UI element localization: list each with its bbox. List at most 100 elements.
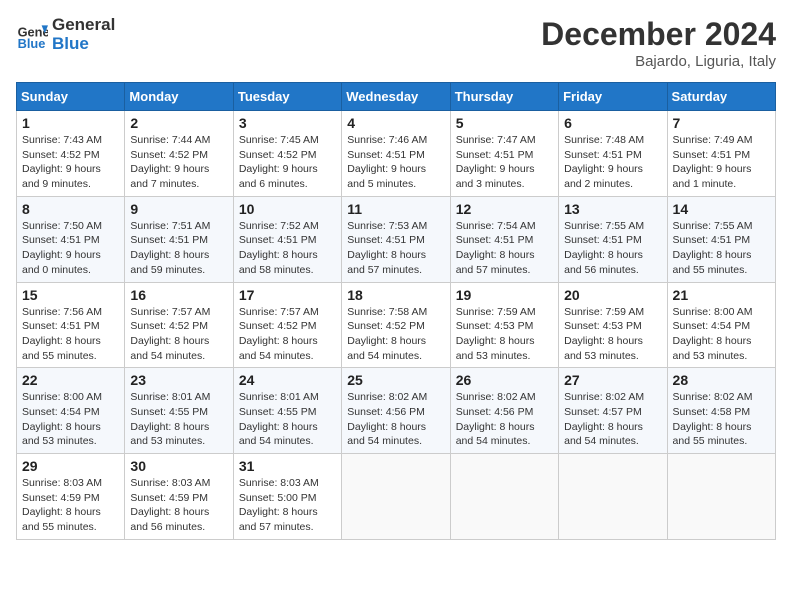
empty-cell: [559, 454, 667, 540]
day-number: 4: [347, 115, 444, 131]
day-info: Sunrise: 7:58 AM Sunset: 4:52 PM Dayligh…: [347, 305, 444, 364]
weekday-header-friday: Friday: [559, 83, 667, 111]
empty-cell: [450, 454, 558, 540]
calendar-day-cell: 31 Sunrise: 8:03 AM Sunset: 5:00 PM Dayli…: [233, 454, 341, 540]
logo-icon: General Blue: [16, 19, 48, 51]
day-info: Sunrise: 8:02 AM Sunset: 4:56 PM Dayligh…: [347, 390, 444, 449]
day-info: Sunrise: 7:47 AM Sunset: 4:51 PM Dayligh…: [456, 133, 553, 192]
calendar-day-cell: 3 Sunrise: 7:45 AM Sunset: 4:52 PM Daylig…: [233, 111, 341, 197]
calendar-week-row: 22Sunrise: 8:00 AM Sunset: 4:54 PM Dayli…: [17, 368, 776, 454]
day-number: 29: [22, 458, 119, 474]
calendar-day-cell: 8Sunrise: 7:50 AM Sunset: 4:51 PM Daylig…: [17, 196, 125, 282]
empty-cell: [667, 454, 775, 540]
weekday-header-thursday: Thursday: [450, 83, 558, 111]
day-number: 19: [456, 287, 553, 303]
day-info: Sunrise: 7:45 AM Sunset: 4:52 PM Dayligh…: [239, 133, 336, 192]
month-year-title: December 2024: [541, 16, 776, 53]
calendar-day-cell: 2 Sunrise: 7:44 AM Sunset: 4:52 PM Daylig…: [125, 111, 233, 197]
calendar-day-cell: 30 Sunrise: 8:03 AM Sunset: 4:59 PM Dayli…: [125, 454, 233, 540]
calendar-day-cell: 1Sunrise: 7:43 AM Sunset: 4:52 PM Daylig…: [17, 111, 125, 197]
weekday-header-tuesday: Tuesday: [233, 83, 341, 111]
day-number: 17: [239, 287, 336, 303]
calendar-day-cell: 7 Sunrise: 7:49 AM Sunset: 4:51 PM Daylig…: [667, 111, 775, 197]
day-number: 9: [130, 201, 227, 217]
calendar-day-cell: 15 Sunrise: 7:56 AM Sunset: 4:51 PM Dayli…: [17, 282, 125, 368]
calendar-day-cell: 18 Sunrise: 7:58 AM Sunset: 4:52 PM Dayli…: [342, 282, 450, 368]
day-info: Sunrise: 7:56 AM Sunset: 4:51 PM Dayligh…: [22, 305, 119, 364]
day-number: 8: [22, 201, 119, 217]
day-number: 7: [673, 115, 770, 131]
page-header: General Blue General Blue December 2024 …: [16, 16, 776, 70]
day-number: 12: [456, 201, 553, 217]
day-number: 25: [347, 372, 444, 388]
day-info: Sunrise: 8:01 AM Sunset: 4:55 PM Dayligh…: [239, 390, 336, 449]
weekday-header-row: SundayMondayTuesdayWednesdayThursdayFrid…: [17, 83, 776, 111]
day-info: Sunrise: 7:57 AM Sunset: 4:52 PM Dayligh…: [239, 305, 336, 364]
day-number: 15: [22, 287, 119, 303]
calendar-day-cell: 4 Sunrise: 7:46 AM Sunset: 4:51 PM Daylig…: [342, 111, 450, 197]
day-number: 28: [673, 372, 770, 388]
calendar-day-cell: 11 Sunrise: 7:53 AM Sunset: 4:51 PM Dayli…: [342, 196, 450, 282]
day-number: 24: [239, 372, 336, 388]
day-number: 6: [564, 115, 661, 131]
day-info: Sunrise: 8:00 AM Sunset: 4:54 PM Dayligh…: [22, 390, 119, 449]
day-info: Sunrise: 8:02 AM Sunset: 4:57 PM Dayligh…: [564, 390, 661, 449]
day-info: Sunrise: 7:51 AM Sunset: 4:51 PM Dayligh…: [130, 219, 227, 278]
day-number: 30: [130, 458, 227, 474]
day-number: 20: [564, 287, 661, 303]
day-number: 10: [239, 201, 336, 217]
day-info: Sunrise: 7:49 AM Sunset: 4:51 PM Dayligh…: [673, 133, 770, 192]
day-info: Sunrise: 7:55 AM Sunset: 4:51 PM Dayligh…: [564, 219, 661, 278]
svg-text:Blue: Blue: [18, 35, 46, 50]
weekday-header-monday: Monday: [125, 83, 233, 111]
calendar-day-cell: 9 Sunrise: 7:51 AM Sunset: 4:51 PM Daylig…: [125, 196, 233, 282]
day-number: 11: [347, 201, 444, 217]
calendar-day-cell: 17 Sunrise: 7:57 AM Sunset: 4:52 PM Dayli…: [233, 282, 341, 368]
calendar-week-row: 15 Sunrise: 7:56 AM Sunset: 4:51 PM Dayli…: [17, 282, 776, 368]
day-info: Sunrise: 7:53 AM Sunset: 4:51 PM Dayligh…: [347, 219, 444, 278]
day-number: 31: [239, 458, 336, 474]
day-info: Sunrise: 8:03 AM Sunset: 5:00 PM Dayligh…: [239, 476, 336, 535]
title-block: December 2024 Bajardo, Liguria, Italy: [541, 16, 776, 70]
day-info: Sunrise: 7:57 AM Sunset: 4:52 PM Dayligh…: [130, 305, 227, 364]
day-info: Sunrise: 7:43 AM Sunset: 4:52 PM Dayligh…: [22, 133, 119, 192]
calendar-day-cell: 22Sunrise: 8:00 AM Sunset: 4:54 PM Dayli…: [17, 368, 125, 454]
location-subtitle: Bajardo, Liguria, Italy: [541, 53, 776, 70]
calendar-day-cell: 24 Sunrise: 8:01 AM Sunset: 4:55 PM Dayli…: [233, 368, 341, 454]
day-info: Sunrise: 7:59 AM Sunset: 4:53 PM Dayligh…: [564, 305, 661, 364]
day-info: Sunrise: 8:03 AM Sunset: 4:59 PM Dayligh…: [130, 476, 227, 535]
day-info: Sunrise: 8:01 AM Sunset: 4:55 PM Dayligh…: [130, 390, 227, 449]
day-number: 27: [564, 372, 661, 388]
calendar-day-cell: 25 Sunrise: 8:02 AM Sunset: 4:56 PM Dayli…: [342, 368, 450, 454]
day-number: 23: [130, 372, 227, 388]
weekday-header-saturday: Saturday: [667, 83, 775, 111]
calendar-day-cell: 19 Sunrise: 7:59 AM Sunset: 4:53 PM Dayli…: [450, 282, 558, 368]
day-number: 3: [239, 115, 336, 131]
weekday-header-sunday: Sunday: [17, 83, 125, 111]
day-info: Sunrise: 8:02 AM Sunset: 4:58 PM Dayligh…: [673, 390, 770, 449]
calendar-day-cell: 13Sunrise: 7:55 AM Sunset: 4:51 PM Dayli…: [559, 196, 667, 282]
day-number: 21: [673, 287, 770, 303]
calendar-day-cell: 10 Sunrise: 7:52 AM Sunset: 4:51 PM Dayli…: [233, 196, 341, 282]
calendar-week-row: 29 Sunrise: 8:03 AM Sunset: 4:59 PM Dayli…: [17, 454, 776, 540]
day-number: 2: [130, 115, 227, 131]
day-number: 26: [456, 372, 553, 388]
calendar-week-row: 8Sunrise: 7:50 AM Sunset: 4:51 PM Daylig…: [17, 196, 776, 282]
day-info: Sunrise: 7:52 AM Sunset: 4:51 PM Dayligh…: [239, 219, 336, 278]
weekday-header-wednesday: Wednesday: [342, 83, 450, 111]
day-info: Sunrise: 7:48 AM Sunset: 4:51 PM Dayligh…: [564, 133, 661, 192]
day-info: Sunrise: 7:46 AM Sunset: 4:51 PM Dayligh…: [347, 133, 444, 192]
calendar-day-cell: 5Sunrise: 7:47 AM Sunset: 4:51 PM Daylig…: [450, 111, 558, 197]
day-info: Sunrise: 8:00 AM Sunset: 4:54 PM Dayligh…: [673, 305, 770, 364]
calendar-day-cell: 27 Sunrise: 8:02 AM Sunset: 4:57 PM Dayli…: [559, 368, 667, 454]
day-info: Sunrise: 7:59 AM Sunset: 4:53 PM Dayligh…: [456, 305, 553, 364]
calendar-day-cell: 16Sunrise: 7:57 AM Sunset: 4:52 PM Dayli…: [125, 282, 233, 368]
calendar-day-cell: 14Sunrise: 7:55 AM Sunset: 4:51 PM Dayli…: [667, 196, 775, 282]
day-number: 14: [673, 201, 770, 217]
calendar-day-cell: 20 Sunrise: 7:59 AM Sunset: 4:53 PM Dayli…: [559, 282, 667, 368]
calendar-table: SundayMondayTuesdayWednesdayThursdayFrid…: [16, 82, 776, 540]
day-number: 18: [347, 287, 444, 303]
empty-cell: [342, 454, 450, 540]
day-info: Sunrise: 7:44 AM Sunset: 4:52 PM Dayligh…: [130, 133, 227, 192]
day-info: Sunrise: 7:54 AM Sunset: 4:51 PM Dayligh…: [456, 219, 553, 278]
